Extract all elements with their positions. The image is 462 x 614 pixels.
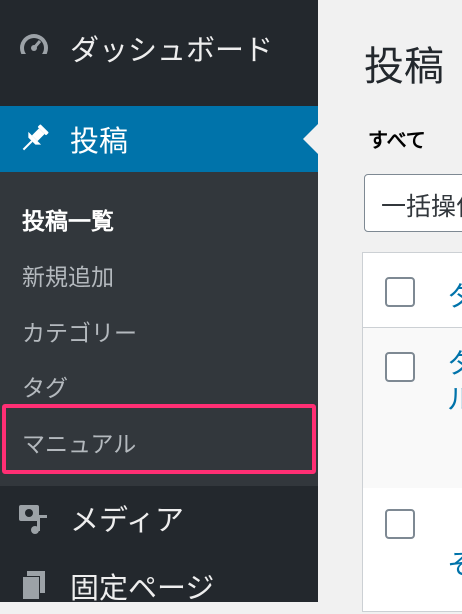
row-checkbox[interactable] (385, 352, 415, 382)
menu-pages[interactable]: 固定ページ (0, 558, 318, 614)
post-title-link[interactable]: そ (447, 543, 462, 583)
post-title-link[interactable]: タ ル (447, 346, 462, 418)
select-all-checkbox[interactable] (385, 277, 415, 307)
bulk-actions-select[interactable]: 一括操作 (364, 174, 462, 232)
admin-sidebar: ダッシュボード 投稿 投稿一覧 新規追加 カテゴリー タグ マニュアル メディア… (0, 0, 318, 605)
posts-table: タ タ ル そ (362, 252, 462, 612)
menu-pages-label: 固定ページ (70, 571, 215, 605)
submenu-categories[interactable]: カテゴリー (22, 314, 137, 348)
table-row: タ ル (363, 328, 462, 488)
menu-dashboard[interactable]: ダッシュボード (0, 20, 318, 76)
page-title: 投稿 (364, 44, 444, 90)
pushpin-icon (16, 121, 52, 157)
manual-highlight-box (2, 404, 316, 474)
submenu-add-new[interactable]: 新規追加 (22, 258, 114, 292)
menu-dashboard-label: ダッシュボード (70, 33, 274, 67)
menu-posts-label: 投稿 (70, 124, 129, 158)
row-checkbox[interactable] (385, 509, 415, 539)
pages-icon (16, 568, 52, 604)
menu-media-label: メディア (70, 503, 184, 537)
submenu-tags[interactable]: タグ (22, 369, 68, 403)
filter-all-link[interactable]: すべて (368, 124, 426, 153)
title-column-header[interactable]: タ (447, 275, 462, 315)
submenu-all-posts[interactable]: 投稿一覧 (22, 202, 114, 236)
current-menu-arrow (303, 124, 318, 154)
menu-media[interactable]: メディア (0, 490, 318, 546)
menu-posts[interactable]: 投稿 (0, 106, 318, 172)
table-header-row: タ (363, 253, 462, 328)
media-icon (16, 500, 52, 536)
dashboard-gauge-icon (16, 30, 52, 66)
